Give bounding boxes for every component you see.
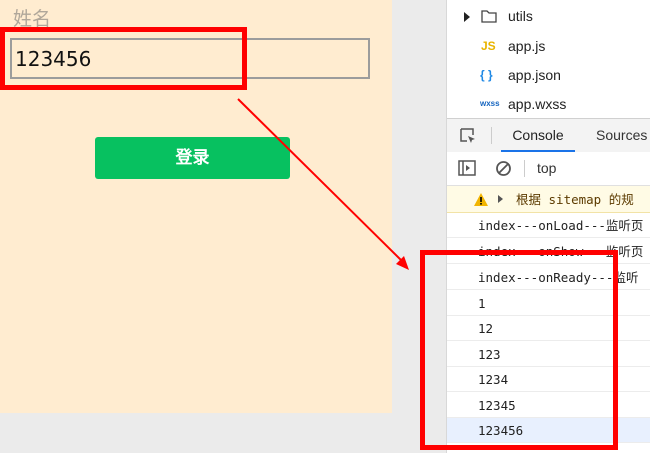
annotation-arrow-icon: [237, 98, 409, 270]
